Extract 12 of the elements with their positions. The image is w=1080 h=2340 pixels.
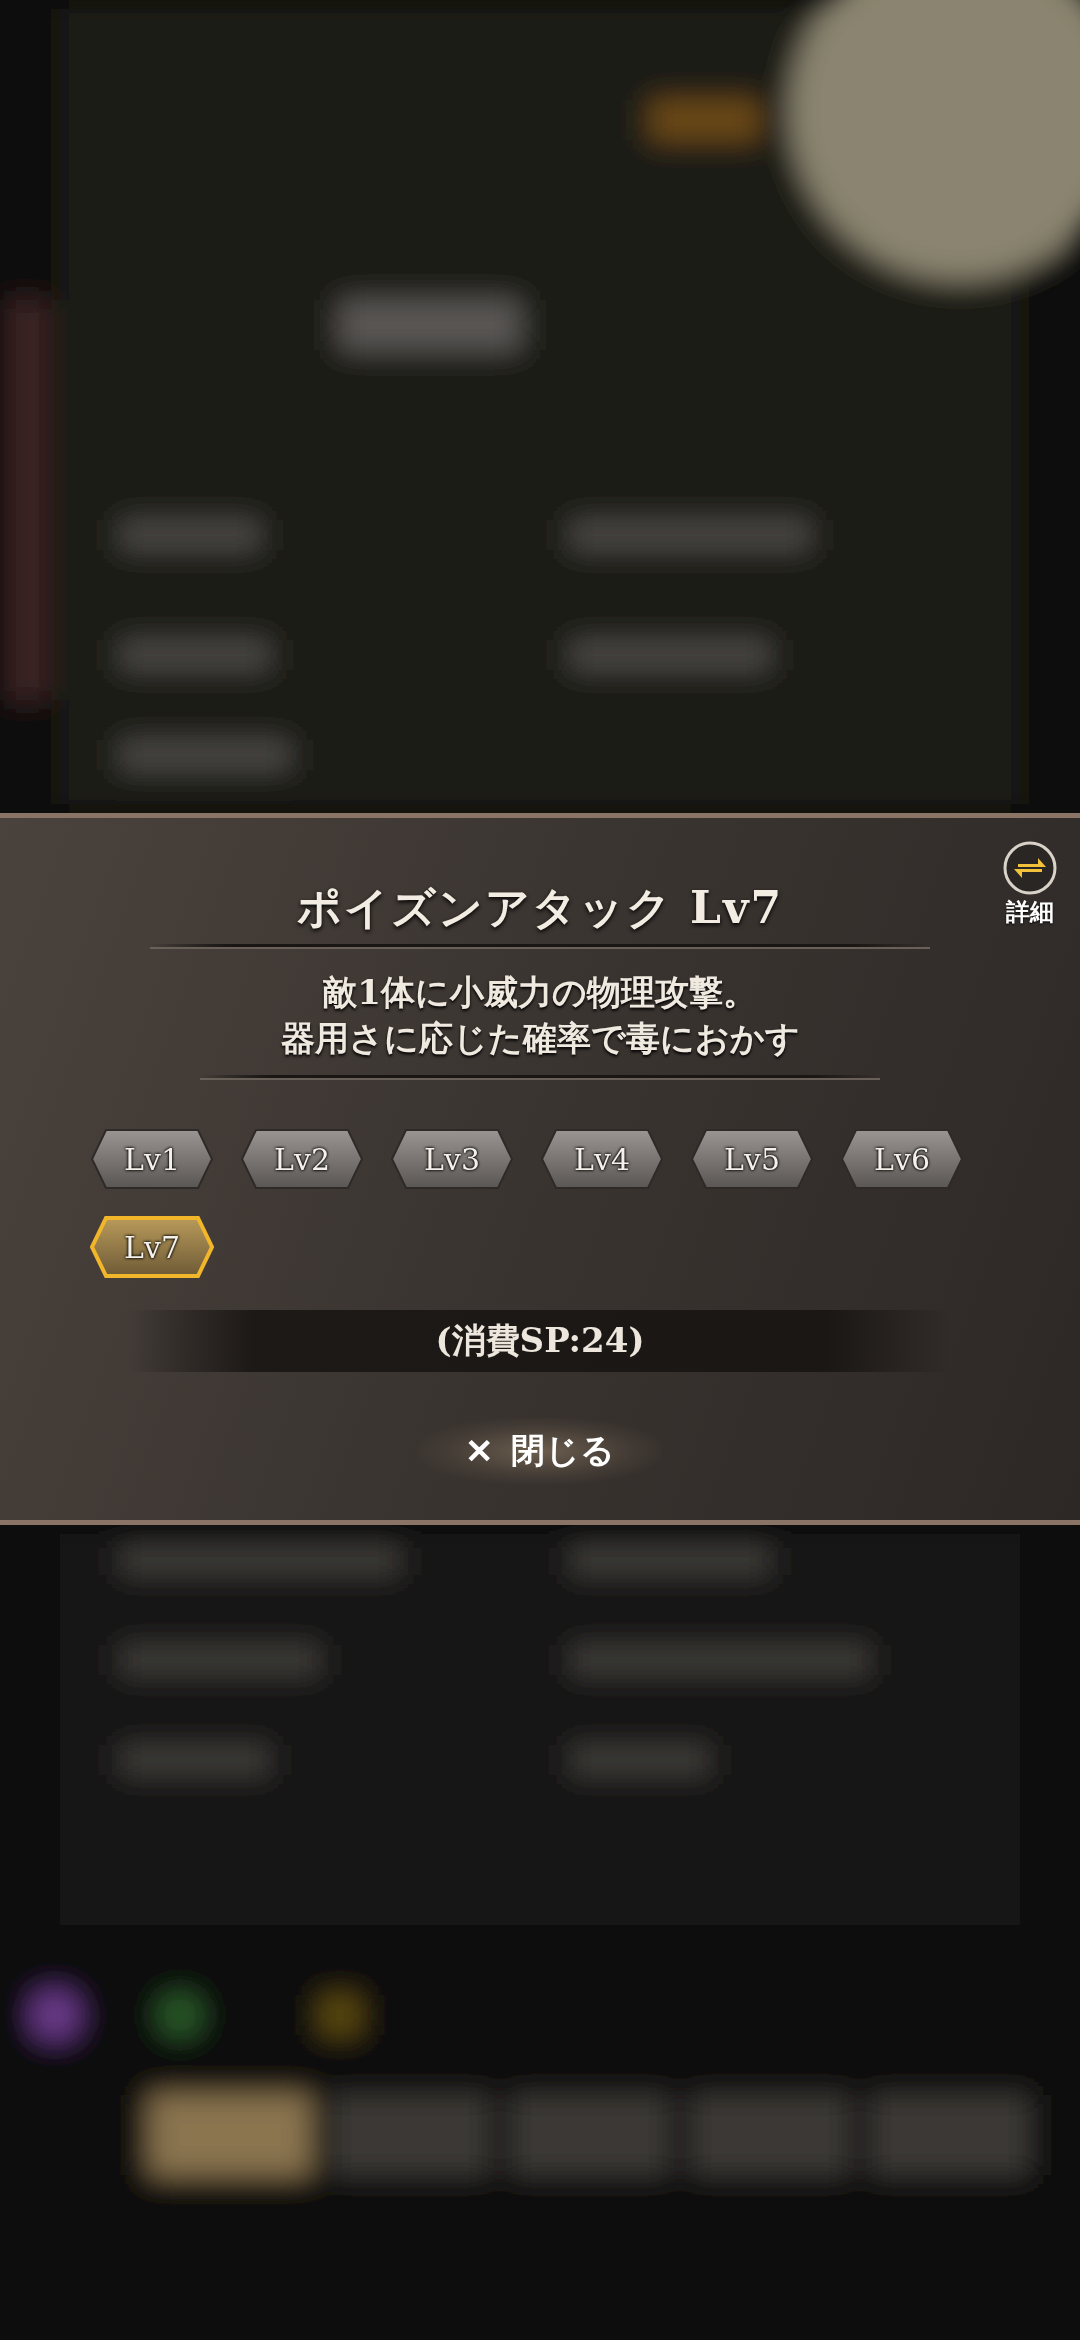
skill-description: 敵1体に小威力の物理攻撃。 器用さに応じた確率で毒におかす bbox=[280, 971, 800, 1060]
sp-cost: (消費SP:24) bbox=[435, 1319, 645, 1362]
level-tab[interactable]: Lv4 bbox=[540, 1128, 664, 1190]
level-tab[interactable]: Lv5 bbox=[690, 1128, 814, 1190]
swap-icon bbox=[1002, 840, 1058, 896]
detail-button[interactable]: 詳細 bbox=[1002, 840, 1058, 928]
level-tab[interactable]: Lv7 bbox=[90, 1216, 214, 1278]
level-tab[interactable]: Lv3 bbox=[390, 1128, 514, 1190]
level-tab[interactable]: Lv2 bbox=[240, 1128, 364, 1190]
level-tab[interactable]: Lv1 bbox=[90, 1128, 214, 1190]
skill-title: ポイズンアタック Lv7 bbox=[296, 881, 784, 935]
level-tab[interactable]: Lv6 bbox=[840, 1128, 964, 1190]
